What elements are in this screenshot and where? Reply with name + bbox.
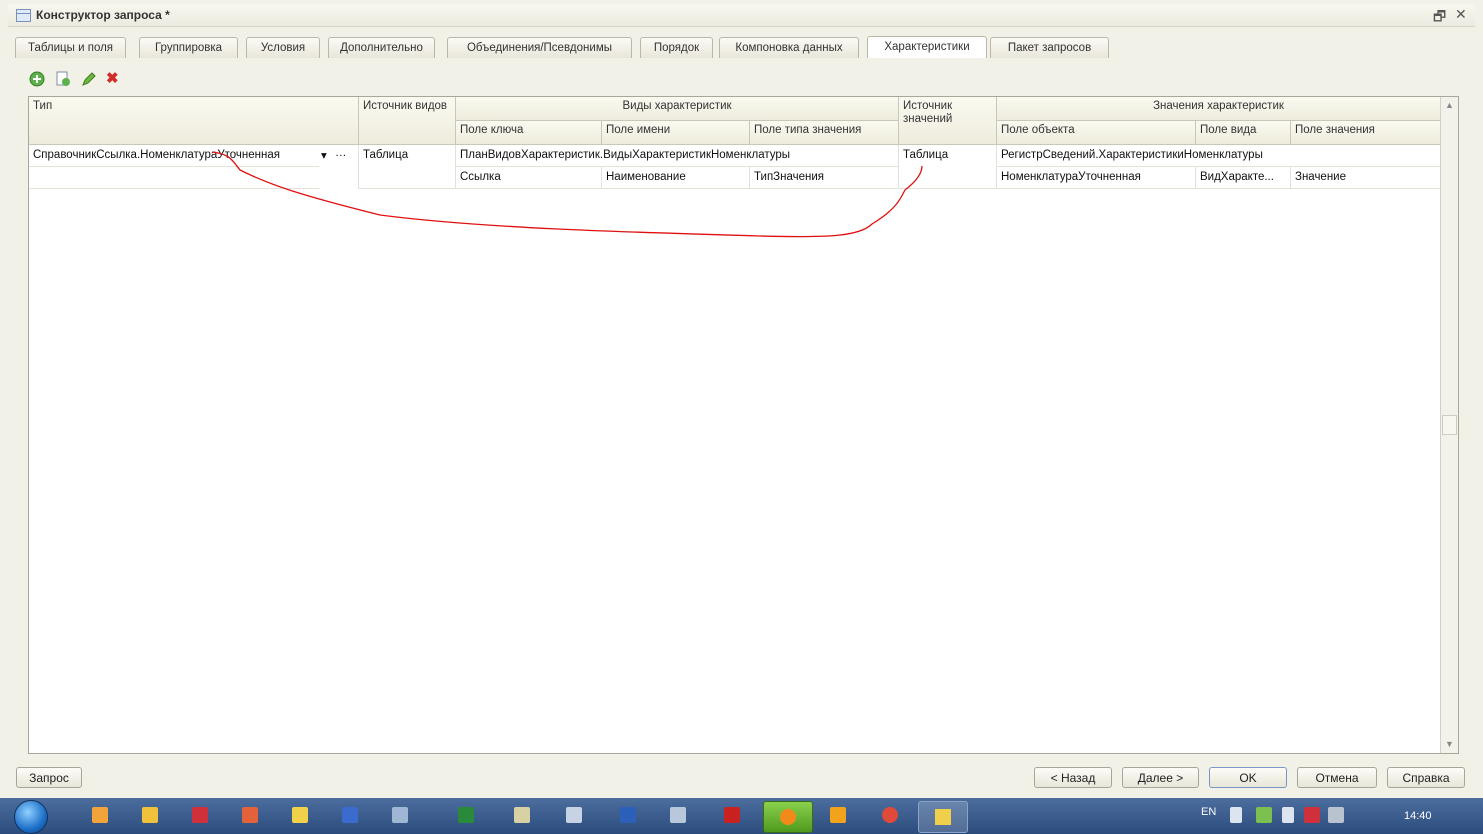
notepad-icon[interactable] [514, 807, 530, 823]
tab-order[interactable]: Порядок [640, 37, 713, 58]
pdf-icon[interactable] [724, 807, 740, 823]
cell-values-source[interactable]: Таблица [899, 145, 997, 189]
header-type[interactable]: Тип [29, 97, 359, 145]
tab-additional[interactable]: Дополнительно [328, 37, 435, 58]
cell-key-field[interactable]: Ссылка [456, 167, 602, 189]
chrome-icon[interactable] [882, 807, 898, 823]
cell-type[interactable]: СправочникСсылка.НоменклатураУточненная [29, 145, 319, 167]
scroll-up-icon[interactable]: ▲ [1442, 97, 1457, 114]
header-kind-field[interactable]: Поле вида [1196, 121, 1291, 145]
clock[interactable]: 14:40 [1404, 810, 1432, 822]
delete-icon[interactable]: ✖ [106, 70, 124, 88]
window-title: Конструктор запроса * [36, 8, 170, 22]
cell-kind-source[interactable]: Таблица [359, 145, 456, 189]
tab-conditions[interactable]: Условия [246, 37, 320, 58]
header-value-field[interactable]: Поле значения [1291, 121, 1441, 145]
printer-icon[interactable] [670, 807, 686, 823]
kaspersky-icon[interactable] [192, 807, 208, 823]
back-button[interactable]: < Назад [1034, 767, 1112, 788]
ok-button[interactable]: OK [1209, 767, 1287, 788]
network-icon[interactable] [1256, 807, 1272, 823]
tab-characteristics[interactable]: Характеристики [867, 36, 987, 58]
excel-icon[interactable] [458, 807, 474, 823]
remote-icon[interactable] [242, 807, 258, 823]
edit-icon[interactable] [80, 70, 98, 88]
header-kind-source[interactable]: Источник видов [359, 97, 456, 145]
title-bar: Конструктор запроса * 🗗 ✕ [8, 4, 1475, 27]
characteristics-table: Тип Источник видов Виды характеристик По… [28, 96, 1459, 754]
header-values-source[interactable]: Источник значений [899, 97, 997, 145]
header-key-field[interactable]: Поле ключа [456, 121, 602, 145]
tray-icon-2[interactable] [1328, 807, 1344, 823]
cell-type-empty [29, 167, 319, 189]
tab-unions-aliases[interactable]: Объединения/Псевдонимы [447, 37, 632, 58]
window-icon [16, 9, 31, 22]
restore-button[interactable]: 🗗 [1433, 6, 1446, 30]
tab-data-composition[interactable]: Компоновка данных [719, 37, 859, 58]
image-app-button[interactable] [918, 801, 968, 833]
header-kinds-group: Виды характеристик [456, 97, 899, 121]
word-icon[interactable] [620, 807, 636, 823]
language-indicator[interactable]: EN [1201, 806, 1216, 818]
tool-icon[interactable] [392, 807, 408, 823]
query-builder-window: Конструктор запроса * 🗗 ✕ Таблицы и поля… [0, 0, 1483, 798]
add-icon[interactable] [28, 70, 46, 88]
header-value-type-field[interactable]: Поле типа значения [750, 121, 899, 145]
header-object-field[interactable]: Поле объекта [997, 121, 1196, 145]
1c-icon[interactable] [142, 807, 158, 823]
kaspersky-tray-icon[interactable] [1304, 807, 1320, 823]
query-button[interactable]: Запрос [16, 767, 82, 788]
tab-grouping[interactable]: Группировка [139, 37, 238, 58]
cell-object-field[interactable]: НоменклатураУточненная [997, 167, 1196, 189]
orange-icon [780, 809, 796, 825]
book-icon[interactable] [292, 807, 308, 823]
file-icon[interactable] [566, 807, 582, 823]
cell-kinds-table[interactable]: ПланВидовХарактеристик.ВидыХарактеристик… [456, 145, 899, 167]
outlook-icon[interactable] [830, 807, 846, 823]
next-button[interactable]: Далее > [1122, 767, 1199, 788]
taskbar: EN 14:40 [0, 798, 1483, 834]
header-values-group: Значения характеристик [997, 97, 1441, 121]
ellipsis-button[interactable]: … [335, 147, 347, 159]
header-name-field[interactable]: Поле имени [602, 121, 750, 145]
vertical-scrollbar[interactable]: ▲ ▼ [1440, 97, 1458, 753]
type-cell-controls: ▾ … [319, 145, 359, 189]
tab-query-batch[interactable]: Пакет запросов [990, 37, 1109, 58]
tray-icon-1[interactable] [1230, 807, 1242, 823]
scroll-down-icon[interactable]: ▼ [1442, 736, 1457, 753]
cell-name-field[interactable]: Наименование [602, 167, 750, 189]
scroll-thumb[interactable] [1442, 415, 1457, 435]
dropdown-arrow-icon[interactable]: ▾ [321, 148, 327, 162]
cancel-button[interactable]: Отмена [1297, 767, 1377, 788]
close-button[interactable]: ✕ [1455, 6, 1467, 23]
cell-value-field[interactable]: Значение [1291, 167, 1441, 189]
cell-value-type-field[interactable]: ТипЗначения [750, 167, 899, 189]
copy-icon[interactable] [54, 70, 72, 88]
save-icon[interactable] [342, 807, 358, 823]
volume-icon[interactable] [1282, 807, 1294, 823]
start-button[interactable] [14, 800, 48, 834]
help-button[interactable]: Справка [1387, 767, 1465, 788]
tab-tables-fields[interactable]: Таблицы и поля [15, 37, 126, 58]
cell-values-table[interactable]: РегистрСведений.ХарактеристикиНоменклату… [997, 145, 1441, 167]
image-icon [935, 809, 951, 825]
cell-kind-field[interactable]: ВидХаракте... [1196, 167, 1291, 189]
explorer-icon[interactable] [92, 807, 108, 823]
active-app-highlight[interactable] [763, 801, 813, 833]
